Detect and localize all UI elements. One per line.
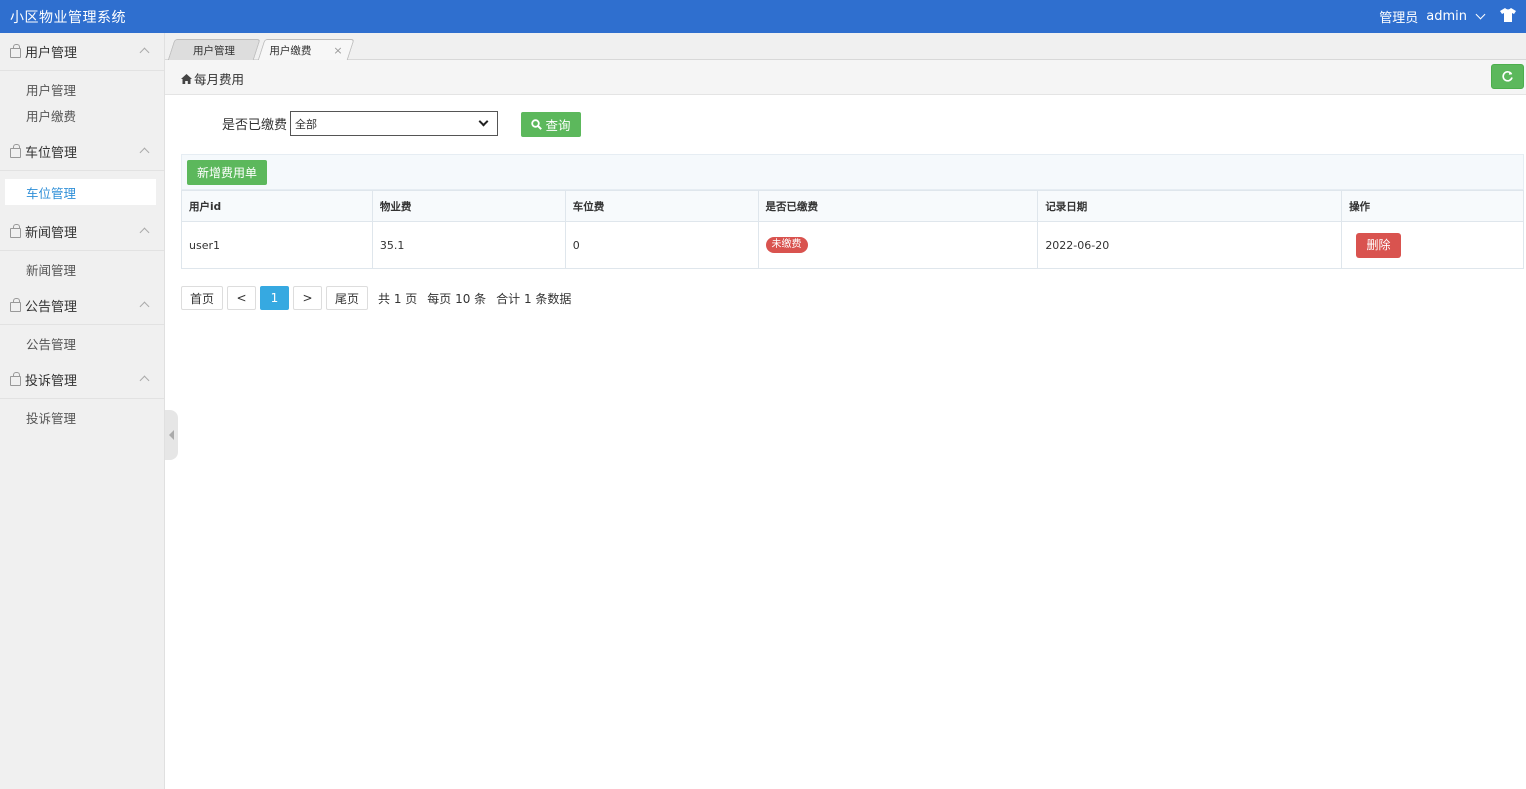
col-parking-fee[interactable]: 车位费 bbox=[564, 190, 759, 222]
refresh-icon bbox=[1502, 71, 1513, 82]
chevron-up-icon bbox=[139, 375, 150, 386]
next-page-button[interactable]: > bbox=[293, 286, 322, 310]
select-value: 全部 bbox=[295, 117, 318, 131]
search-form: 是否已缴费 全部 bbox=[222, 111, 499, 136]
tab-strip: 用户管理 用户缴费 × bbox=[165, 33, 1526, 61]
col-actions: 操作 bbox=[1341, 190, 1524, 222]
sidebar-item-notice-manage[interactable]: 公告管理 bbox=[0, 330, 164, 356]
bag-icon bbox=[10, 143, 21, 158]
sidebar-group-complaint[interactable]: 投诉管理 bbox=[0, 361, 164, 399]
page-title: 每月费用 bbox=[194, 72, 245, 87]
sidebar-group-notice[interactable]: 公告管理 bbox=[0, 287, 164, 325]
last-page-button[interactable]: 尾页 bbox=[326, 286, 368, 310]
chevron-down-icon bbox=[1475, 9, 1486, 20]
sidebar-item-news-manage[interactable]: 新闻管理 bbox=[0, 256, 164, 282]
chevron-down-icon bbox=[478, 116, 489, 127]
sidebar-group-label: 车位管理 bbox=[25, 146, 78, 161]
total-records: 合计 1 条数据 bbox=[496, 291, 572, 306]
bag-icon bbox=[10, 223, 21, 238]
sidebar-group-news[interactable]: 新闻管理 bbox=[0, 213, 164, 251]
table-header-row: 用户id 物业费 车位费 是否已缴费 记录日期 操作 bbox=[181, 190, 1524, 222]
sidebar-group-label: 新闻管理 bbox=[25, 226, 78, 241]
sidebar-item-user-payment[interactable]: 用户缴费 bbox=[0, 102, 164, 128]
chevron-up-icon bbox=[139, 301, 150, 312]
pagination: 首页 < 1 > 尾页 共 1 页 每页 10 条 合计 1 条数据 bbox=[181, 286, 571, 310]
username: admin bbox=[1426, 9, 1467, 24]
table-toolbar: 新增费用单 bbox=[181, 154, 1524, 190]
theme-shirt-icon[interactable] bbox=[1500, 8, 1516, 22]
page-number-current[interactable]: 1 bbox=[260, 286, 289, 310]
col-user-id[interactable]: 用户id bbox=[181, 190, 373, 222]
total-pages: 共 1 页 bbox=[378, 291, 418, 306]
refresh-button[interactable] bbox=[1491, 64, 1524, 89]
top-header: 小区物业管理系统 管理员 admin bbox=[0, 0, 1526, 33]
col-paid-status[interactable]: 是否已缴费 bbox=[757, 190, 1039, 222]
col-property-fee[interactable]: 物业费 bbox=[371, 190, 566, 222]
query-button[interactable]: 查询 bbox=[521, 112, 581, 137]
tab-user-manage[interactable]: 用户管理 bbox=[167, 39, 261, 61]
breadcrumb-bar: 每月费用 bbox=[165, 60, 1526, 95]
cell-parking-fee: 0 bbox=[564, 221, 759, 269]
breadcrumb: 每月费用 bbox=[181, 69, 244, 88]
query-button-label: 查询 bbox=[545, 118, 571, 133]
status-badge: 未缴费 bbox=[765, 237, 808, 253]
user-menu[interactable]: 管理员 admin bbox=[1379, 7, 1486, 26]
col-record-date[interactable]: 记录日期 bbox=[1037, 190, 1343, 222]
first-page-button[interactable]: 首页 bbox=[181, 286, 223, 310]
table-row: user1 35.1 0 未缴费 2022-06-20 删除 bbox=[181, 221, 1524, 269]
cell-property-fee: 35.1 bbox=[371, 221, 566, 269]
delete-button[interactable]: 删除 bbox=[1356, 232, 1402, 258]
bag-icon bbox=[10, 371, 21, 386]
cell-paid-status: 未缴费 bbox=[757, 221, 1039, 269]
tab-user-payment[interactable]: 用户缴费 × bbox=[257, 39, 355, 61]
app-title: 小区物业管理系统 bbox=[10, 10, 126, 26]
sidebar-item-parking-manage[interactable]: 车位管理 bbox=[5, 179, 156, 205]
bag-icon bbox=[10, 297, 21, 312]
cell-actions: 删除 bbox=[1341, 221, 1524, 269]
chevron-up-icon bbox=[139, 47, 150, 58]
sidebar-collapse-handle[interactable] bbox=[165, 410, 178, 460]
sidebar-item-complaint-manage[interactable]: 投诉管理 bbox=[0, 404, 164, 430]
user-role: 管理员 bbox=[1379, 11, 1419, 26]
cell-record-date: 2022-06-20 bbox=[1037, 221, 1343, 269]
sidebar-group-label: 投诉管理 bbox=[25, 374, 78, 389]
tab-label: 用户管理 bbox=[193, 44, 235, 57]
add-fee-button[interactable]: 新增费用单 bbox=[187, 160, 267, 185]
per-page: 每页 10 条 bbox=[427, 291, 487, 306]
home-icon bbox=[181, 73, 192, 84]
chevron-up-icon bbox=[139, 227, 150, 238]
search-icon bbox=[531, 119, 543, 130]
bag-icon bbox=[10, 43, 21, 58]
tab-label: 用户缴费 bbox=[269, 44, 312, 57]
prev-page-button[interactable]: < bbox=[227, 286, 256, 310]
paid-status-select[interactable]: 全部 bbox=[290, 111, 499, 136]
fee-table: 用户id 物业费 车位费 是否已缴费 记录日期 操作 user1 35.1 0 … bbox=[181, 190, 1524, 269]
paid-status-label: 是否已缴费 bbox=[222, 118, 288, 133]
sidebar-group-label: 用户管理 bbox=[25, 46, 78, 61]
chevron-up-icon bbox=[139, 147, 150, 158]
sidebar-group-user[interactable]: 用户管理 bbox=[0, 33, 164, 71]
sidebar-group-label: 公告管理 bbox=[25, 300, 78, 315]
sidebar-group-parking[interactable]: 车位管理 bbox=[0, 133, 164, 171]
cell-user-id: user1 bbox=[181, 221, 373, 269]
sidebar: 用户管理 用户管理 用户缴费 车位管理 车位管理 新闻管理 新闻管理 公告管理 … bbox=[0, 33, 165, 789]
sidebar-item-user-manage[interactable]: 用户管理 bbox=[0, 76, 164, 102]
close-icon[interactable]: × bbox=[333, 44, 342, 57]
